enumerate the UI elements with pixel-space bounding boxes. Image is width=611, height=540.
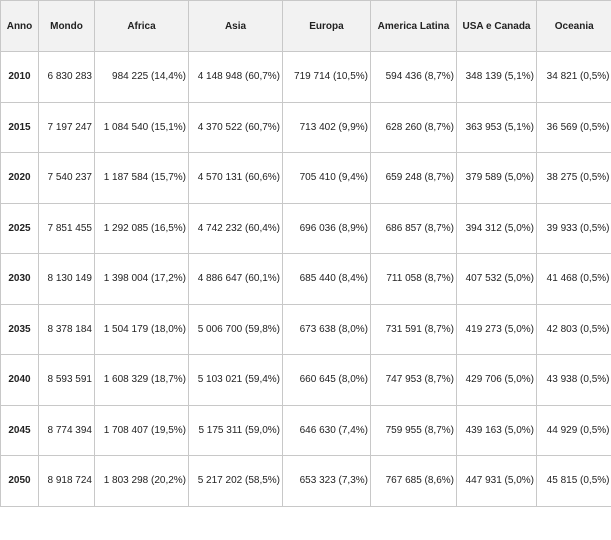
cell-america-latina: 747 953 (8,7%) [370, 354, 457, 406]
cell-mondo: 8 918 724 [38, 455, 95, 507]
cell-asia: 4 370 522 (60,7%) [188, 101, 283, 153]
cell-europa: 719 714 (10,5%) [282, 51, 371, 103]
cell-usa-canada: 439 163 (5,0%) [456, 404, 537, 456]
cell-america-latina: 759 955 (8,7%) [370, 404, 457, 456]
cell-america-latina: 767 685 (8,6%) [370, 455, 457, 507]
cell-europa: 696 036 (8,9%) [282, 202, 371, 254]
cell-europa: 685 440 (8,4%) [282, 253, 371, 305]
cell-oceania: 43 938 (0,5%) [536, 354, 611, 406]
cell-anno: 2015 [0, 101, 39, 153]
cell-anno: 2050 [0, 455, 39, 507]
table-body: 2010 6 830 283 984 225 (14,4%) 4 148 948 (6… [0, 51, 611, 507]
cell-anno: 2010 [0, 51, 39, 103]
cell-mondo: 8 378 184 [38, 303, 95, 355]
table-row: 2040 8 593 591 1 608 329 (18,7%) 5 103 021 … [0, 354, 611, 406]
cell-mondo: 8 593 591 [38, 354, 95, 406]
cell-anno: 2035 [0, 303, 39, 355]
cell-europa: 713 402 (9,9%) [282, 101, 371, 153]
cell-africa: 1 803 298 (20,2%) [94, 455, 189, 507]
header-anno: Anno [0, 0, 39, 52]
cell-usa-canada: 394 312 (5,0%) [456, 202, 537, 254]
cell-oceania: 42 803 (0,5%) [536, 303, 611, 355]
cell-mondo: 7 851 455 [38, 202, 95, 254]
header-africa: Africa [94, 0, 189, 52]
cell-asia: 4 886 647 (60,1%) [188, 253, 283, 305]
table-row: 2025 7 851 455 1 292 085 (16,5%) 4 742 232 … [0, 202, 611, 254]
table-row: 2010 6 830 283 984 225 (14,4%) 4 148 948 (6… [0, 51, 611, 103]
table-row: 2020 7 540 237 1 187 584 (15,7%) 4 570 131 … [0, 152, 611, 204]
cell-oceania: 41 468 (0,5%) [536, 253, 611, 305]
cell-mondo: 8 130 149 [38, 253, 95, 305]
cell-oceania: 39 933 (0,5%) [536, 202, 611, 254]
cell-usa-canada: 419 273 (5,0%) [456, 303, 537, 355]
cell-mondo: 7 197 247 [38, 101, 95, 153]
cell-europa: 673 638 (8,0%) [282, 303, 371, 355]
table-row: 2045 8 774 394 1 708 407 (19,5%) 5 175 311 … [0, 404, 611, 456]
header-europa: Europa [282, 0, 371, 52]
cell-oceania: 44 929 (0,5%) [536, 404, 611, 456]
cell-asia: 4 742 232 (60,4%) [188, 202, 283, 254]
cell-africa: 1 398 004 (17,2%) [94, 253, 189, 305]
cell-usa-canada: 348 139 (5,1%) [456, 51, 537, 103]
header-asia: Asia [188, 0, 283, 52]
cell-europa: 653 323 (7,3%) [282, 455, 371, 507]
cell-anno: 2025 [0, 202, 39, 254]
cell-asia: 5 103 021 (59,4%) [188, 354, 283, 406]
table-row: 2035 8 378 184 1 504 179 (18,0%) 5 006 700 … [0, 303, 611, 355]
header-row: Anno Mondo Africa Asia Europa America La… [0, 0, 611, 52]
cell-oceania: 34 821 (0,5%) [536, 51, 611, 103]
cell-africa: 1 504 179 (18,0%) [94, 303, 189, 355]
cell-europa: 660 645 (8,0%) [282, 354, 371, 406]
cell-usa-canada: 363 953 (5,1%) [456, 101, 537, 153]
cell-usa-canada: 447 931 (5,0%) [456, 455, 537, 507]
table-header: Anno Mondo Africa Asia Europa America La… [0, 0, 611, 52]
cell-oceania: 45 815 (0,5%) [536, 455, 611, 507]
cell-anno: 2045 [0, 404, 39, 456]
cell-africa: 1 708 407 (19,5%) [94, 404, 189, 456]
header-oceania: Oceania [536, 0, 611, 52]
cell-anno: 2030 [0, 253, 39, 305]
cell-america-latina: 628 260 (8,7%) [370, 101, 457, 153]
cell-asia: 5 006 700 (59,8%) [188, 303, 283, 355]
population-table: Anno Mondo Africa Asia Europa America La… [0, 0, 611, 507]
cell-asia: 4 148 948 (60,7%) [188, 51, 283, 103]
cell-africa: 1 608 329 (18,7%) [94, 354, 189, 406]
cell-africa: 1 084 540 (15,1%) [94, 101, 189, 153]
cell-africa: 984 225 (14,4%) [94, 51, 189, 103]
table-row: 2030 8 130 149 1 398 004 (17,2%) 4 886 647 … [0, 253, 611, 305]
cell-mondo: 7 540 237 [38, 152, 95, 204]
cell-asia: 4 570 131 (60,6%) [188, 152, 283, 204]
cell-europa: 646 630 (7,4%) [282, 404, 371, 456]
cell-africa: 1 187 584 (15,7%) [94, 152, 189, 204]
cell-anno: 2020 [0, 152, 39, 204]
cell-usa-canada: 429 706 (5,0%) [456, 354, 537, 406]
cell-mondo: 6 830 283 [38, 51, 95, 103]
cell-asia: 5 175 311 (59,0%) [188, 404, 283, 456]
cell-america-latina: 686 857 (8,7%) [370, 202, 457, 254]
cell-mondo: 8 774 394 [38, 404, 95, 456]
table-row: 2015 7 197 247 1 084 540 (15,1%) 4 370 522 … [0, 101, 611, 153]
cell-africa: 1 292 085 (16,5%) [94, 202, 189, 254]
cell-usa-canada: 407 532 (5,0%) [456, 253, 537, 305]
cell-europa: 705 410 (9,4%) [282, 152, 371, 204]
cell-asia: 5 217 202 (58,5%) [188, 455, 283, 507]
table-row: 2050 8 918 724 1 803 298 (20,2%) 5 217 202 … [0, 455, 611, 507]
header-america-latina: America Latina [370, 0, 457, 52]
cell-usa-canada: 379 589 (5,0%) [456, 152, 537, 204]
cell-america-latina: 594 436 (8,7%) [370, 51, 457, 103]
cell-anno: 2040 [0, 354, 39, 406]
header-usa-canada: USA e Canada [456, 0, 537, 52]
cell-oceania: 36 569 (0,5%) [536, 101, 611, 153]
cell-america-latina: 731 591 (8,7%) [370, 303, 457, 355]
cell-america-latina: 659 248 (8,7%) [370, 152, 457, 204]
header-mondo: Mondo [38, 0, 95, 52]
cell-oceania: 38 275 (0,5%) [536, 152, 611, 204]
cell-america-latina: 711 058 (8,7%) [370, 253, 457, 305]
